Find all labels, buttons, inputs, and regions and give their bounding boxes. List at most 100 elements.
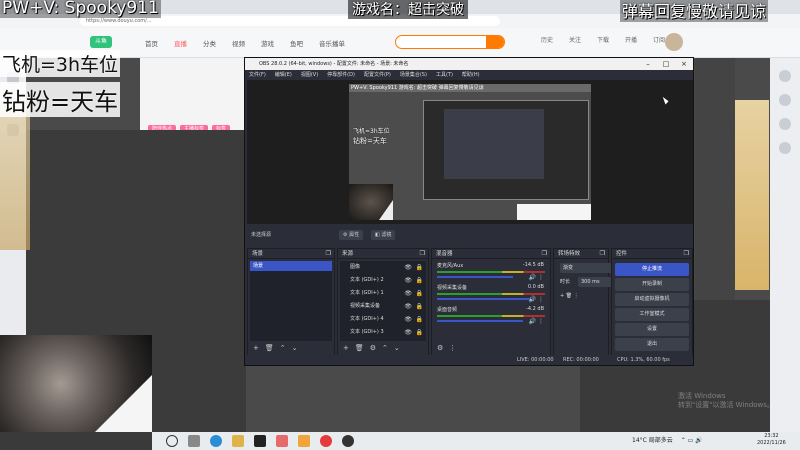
add-icon[interactable]: + <box>560 293 564 299</box>
add-icon[interactable]: + <box>343 343 349 353</box>
more-icon[interactable]: ⋮ <box>574 293 579 299</box>
mixer-track: 桌面音频 -4.2 dB 🔊 ⋮ <box>437 306 545 325</box>
panel-icon[interactable] <box>779 94 791 106</box>
start-recording-button[interactable]: 开始录制 <box>615 278 689 291</box>
subscribe-icon[interactable]: 订阅 <box>652 35 666 49</box>
source-item[interactable]: 文本 (GDI+) 1 👁 🔒 <box>340 287 426 300</box>
nav-item[interactable]: 游戏 <box>261 38 274 48</box>
eye-icon[interactable]: 👁 <box>404 326 412 339</box>
search-icon[interactable] <box>486 36 504 48</box>
settings-button[interactable]: 设置 <box>615 323 689 336</box>
nav-item[interactable]: 分类 <box>203 38 216 48</box>
menu-item[interactable]: 工具(T) <box>436 70 453 80</box>
follow-icon[interactable]: 关注 <box>568 35 582 49</box>
down-icon[interactable]: ⌄ <box>394 343 400 353</box>
dock-undock-icon[interactable]: ❐ <box>326 249 331 259</box>
source-item[interactable]: 文本 (GDI+) 2 👁 🔒 <box>340 274 426 287</box>
gear-icon[interactable]: ⚙ <box>370 343 376 353</box>
nav-item[interactable]: 首页 <box>145 38 158 48</box>
task-view-icon[interactable] <box>188 435 200 447</box>
eye-icon[interactable]: 👁 <box>404 274 412 287</box>
folder-icon[interactable] <box>232 435 244 447</box>
lock-icon[interactable]: 🔒 <box>416 300 423 313</box>
preview-canvas[interactable]: PW+V: Spooky911 游戏名: 超击突破 弹幕回复慢敬请见谅 飞机=3… <box>349 84 591 220</box>
history-icon[interactable]: 历史 <box>540 35 554 49</box>
tray-icons[interactable]: ⌃ ▭ 🔊 <box>681 434 703 448</box>
edge-icon[interactable] <box>210 435 222 447</box>
eye-icon[interactable]: 👁 <box>404 300 412 313</box>
more-icon[interactable]: ⋮ <box>449 343 456 353</box>
speaker-icon[interactable]: 🔊 ⋮ <box>529 274 544 281</box>
douyu-icon[interactable] <box>298 435 310 447</box>
lock-icon[interactable]: 🔒 <box>416 326 423 339</box>
dock-undock-icon[interactable]: ❐ <box>542 249 547 259</box>
obs-preview[interactable]: PW+V: Spooky911 游戏名: 超击突破 弹幕回复慢敬请见谅 飞机=3… <box>247 80 693 224</box>
maximize-icon[interactable]: □ <box>657 58 675 70</box>
volume-slider[interactable] <box>437 320 524 322</box>
menu-item[interactable]: 编辑(E) <box>275 70 292 80</box>
volume-slider[interactable] <box>437 276 513 278</box>
remove-icon[interactable]: 🗑 <box>355 343 364 353</box>
nav-item[interactable]: 音乐播单 <box>319 38 345 48</box>
speaker-icon[interactable]: 🔊 ⋮ <box>529 318 544 325</box>
filters-button[interactable]: ◧ 滤镜 <box>371 230 396 240</box>
panel-icon[interactable] <box>779 70 791 82</box>
properties-button[interactable]: ⚙ 属性 <box>339 230 364 240</box>
obs-icon[interactable] <box>342 435 354 447</box>
minimize-icon[interactable]: – <box>639 58 657 70</box>
broadcast-icon[interactable]: 开播 <box>624 35 638 49</box>
app-icon[interactable] <box>276 435 288 447</box>
download-icon[interactable]: 下载 <box>596 35 610 49</box>
eye-icon[interactable]: 👁 <box>404 313 412 326</box>
dock-undock-icon[interactable]: ❐ <box>420 249 425 259</box>
source-item[interactable]: 视频采集设备 👁 🔒 <box>340 300 426 313</box>
up-icon[interactable]: ⌃ <box>382 343 388 353</box>
remove-icon[interactable]: 🗑 <box>265 343 274 353</box>
remove-icon[interactable]: 🗑 <box>566 293 572 299</box>
lock-icon[interactable]: 🔒 <box>416 274 423 287</box>
dock-undock-icon[interactable]: ❐ <box>600 249 605 259</box>
avatar[interactable] <box>665 33 683 51</box>
add-icon[interactable]: + <box>253 343 259 353</box>
ad-banner-right[interactable] <box>735 100 769 290</box>
menu-item[interactable]: 帮助(H) <box>462 70 480 80</box>
menu-item[interactable]: 视图(V) <box>301 70 318 80</box>
eye-icon[interactable]: 👁 <box>404 287 412 300</box>
nav-item[interactable]: 直播 <box>174 38 187 48</box>
scene-item[interactable]: 场景 <box>250 261 332 271</box>
virtual-camera-button[interactable]: 启动虚拟摄像机 <box>615 293 689 306</box>
lock-icon[interactable]: 🔒 <box>416 287 423 300</box>
weather-text[interactable]: 14°C 局部多云 <box>632 434 673 448</box>
lock-icon[interactable]: 🔒 <box>416 313 423 326</box>
source-item[interactable]: 图像 👁 🔒 <box>340 261 426 274</box>
menu-item[interactable]: 停靠部件(D) <box>327 70 355 80</box>
close-icon[interactable]: × <box>675 58 693 70</box>
menu-item[interactable]: 配置文件(P) <box>364 70 391 80</box>
exit-button[interactable]: 退出 <box>615 338 689 351</box>
site-search-input[interactable] <box>395 35 505 49</box>
search-icon[interactable] <box>166 435 178 447</box>
ad-banner-left[interactable] <box>0 100 30 250</box>
eye-icon[interactable]: 👁 <box>404 261 412 274</box>
up-icon[interactable]: ⌃ <box>280 343 286 353</box>
menu-item[interactable]: 场景集合(S) <box>400 70 427 80</box>
studio-mode-button[interactable]: 工作室模式 <box>615 308 689 321</box>
nav-item[interactable]: 鱼吧 <box>290 38 303 48</box>
panel-icon[interactable] <box>779 118 791 130</box>
panel-icon[interactable] <box>779 142 791 154</box>
dock-undock-icon[interactable]: ❐ <box>684 249 689 259</box>
nav-item[interactable]: 视频 <box>232 38 245 48</box>
source-item[interactable]: 文本 (GDI+) 4 👁 🔒 <box>340 313 426 326</box>
site-logo[interactable]: 斗鱼 <box>90 36 112 48</box>
app-icon[interactable] <box>254 435 266 447</box>
lock-icon[interactable]: 🔒 <box>416 261 423 274</box>
down-icon[interactable]: ⌄ <box>292 343 298 353</box>
app-icon[interactable] <box>320 435 332 447</box>
mixer-settings-icon[interactable]: ⚙ <box>437 343 443 353</box>
source-item[interactable]: 文本 (GDI+) 3 👁 🔒 <box>340 326 426 339</box>
stop-streaming-button[interactable]: 停止推流 <box>615 263 689 276</box>
speaker-icon[interactable]: 🔊 ⋮ <box>529 296 544 303</box>
clock[interactable]: 23:32 2022/11/26 <box>757 433 786 447</box>
volume-slider[interactable] <box>437 298 535 300</box>
menu-item[interactable]: 文件(F) <box>249 70 266 80</box>
